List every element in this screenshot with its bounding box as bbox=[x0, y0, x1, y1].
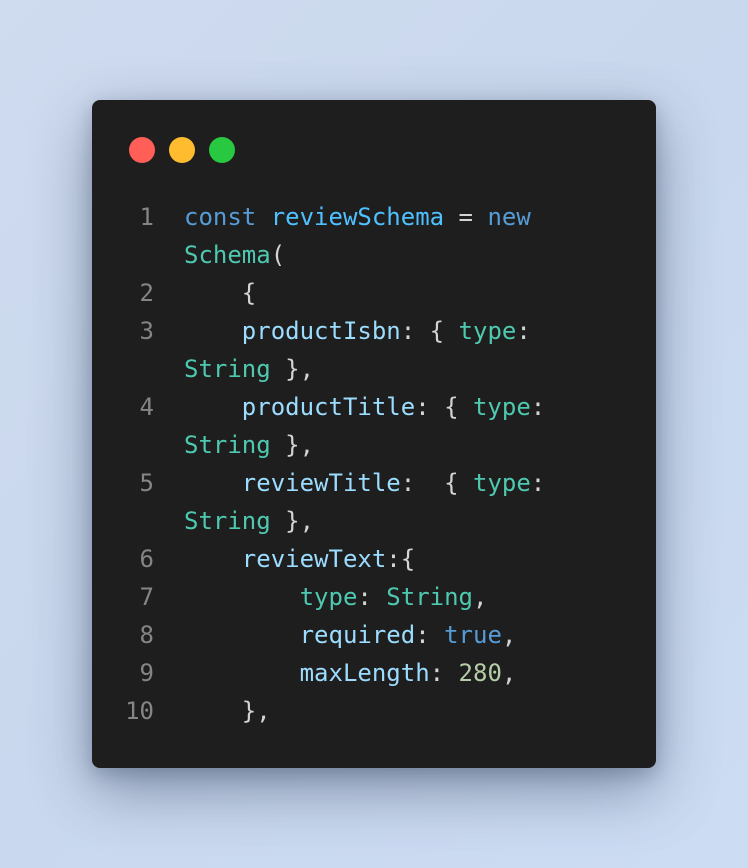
line-code: maxLength: 280, bbox=[184, 654, 517, 692]
line-code: String }, bbox=[184, 502, 314, 540]
code-token: String bbox=[184, 507, 271, 535]
code-token: : bbox=[530, 393, 546, 421]
code-token: type bbox=[472, 393, 531, 421]
code-token: reviewSchema bbox=[270, 203, 445, 231]
code-token: : bbox=[357, 583, 387, 611]
code-line: 10 }, bbox=[92, 692, 656, 730]
code-token: }, bbox=[270, 355, 315, 383]
code-token: String bbox=[184, 431, 271, 459]
line-number: 2 bbox=[139, 279, 154, 307]
line-number: 8 bbox=[139, 621, 154, 649]
line-number: 6 bbox=[139, 545, 154, 573]
line-number: 5 bbox=[139, 469, 154, 497]
code-line: 5 reviewTitle: { type: bbox=[92, 464, 656, 502]
line-code: reviewText:{ bbox=[184, 540, 415, 578]
code-token: : { bbox=[400, 469, 473, 497]
line-number: 1 bbox=[139, 203, 154, 231]
code-token: type bbox=[458, 317, 517, 345]
maximize-dot-icon[interactable] bbox=[209, 137, 235, 163]
line-code: { bbox=[184, 274, 256, 312]
line-code: }, bbox=[184, 692, 271, 730]
code-token: reviewTitle bbox=[241, 469, 401, 497]
code-token: String bbox=[386, 583, 473, 611]
code-line: String }, bbox=[92, 350, 656, 388]
line-number: 3 bbox=[139, 317, 154, 345]
code-token: , bbox=[473, 583, 488, 611]
code-token: type bbox=[299, 583, 358, 611]
code-token: : bbox=[516, 317, 531, 345]
line-code: reviewTitle: { type: bbox=[184, 464, 545, 502]
code-token: true bbox=[444, 621, 502, 649]
line-code: String }, bbox=[184, 350, 314, 388]
code-line: 6 reviewText:{ bbox=[92, 540, 656, 578]
code-line: 1 const reviewSchema = new bbox=[92, 198, 656, 236]
line-number: 7 bbox=[139, 583, 154, 611]
code-line: 7 type: String, bbox=[92, 578, 656, 616]
code-token: String bbox=[184, 355, 271, 383]
code-token: productTitle bbox=[241, 393, 416, 421]
code-token: { bbox=[184, 279, 257, 307]
code-line: String }, bbox=[92, 502, 656, 540]
code-line: 4 productTitle: { type: bbox=[92, 388, 656, 426]
code-token: reviewText bbox=[241, 545, 387, 573]
code-token: type bbox=[473, 469, 531, 497]
code-token: : { bbox=[400, 317, 459, 345]
code-line: 3 productIsbn: { type: bbox=[92, 312, 656, 350]
code-window: 1 const reviewSchema = new Schema(2 {3 pro… bbox=[92, 100, 656, 768]
code-token: , bbox=[501, 659, 517, 687]
line-code: Schema( bbox=[184, 236, 285, 274]
code-block: 1 const reviewSchema = new Schema(2 {3 pro… bbox=[92, 198, 656, 730]
code-token: : bbox=[415, 621, 445, 649]
window-controls bbox=[129, 137, 235, 163]
line-number: 10 bbox=[125, 697, 154, 725]
code-token: , bbox=[501, 621, 517, 649]
minimize-dot-icon[interactable] bbox=[169, 137, 195, 163]
code-line: 9 maxLength: 280, bbox=[92, 654, 656, 692]
close-dot-icon[interactable] bbox=[129, 137, 155, 163]
code-token: 280 bbox=[458, 659, 502, 687]
line-number: 4 bbox=[139, 393, 154, 421]
code-token: Schema bbox=[184, 241, 271, 269]
code-token: = bbox=[444, 203, 488, 231]
line-code: productTitle: { type: bbox=[184, 388, 545, 426]
code-line: Schema( bbox=[92, 236, 656, 274]
code-line: 2 { bbox=[92, 274, 656, 312]
code-token: const bbox=[184, 203, 257, 231]
line-code: required: true, bbox=[184, 616, 517, 654]
code-token: maxLength bbox=[299, 659, 430, 687]
line-code: productIsbn: { type: bbox=[184, 312, 531, 350]
code-token: ( bbox=[270, 241, 286, 269]
code-token: new bbox=[487, 203, 531, 231]
code-line: 8 required: true, bbox=[92, 616, 656, 654]
code-token: : bbox=[530, 469, 546, 497]
code-token: }, bbox=[184, 697, 271, 725]
code-token: : { bbox=[415, 393, 473, 421]
code-token: :{ bbox=[386, 545, 416, 573]
line-code: const reviewSchema = new bbox=[184, 198, 531, 236]
code-token: productIsbn bbox=[241, 317, 401, 345]
code-token: }, bbox=[270, 431, 315, 459]
line-number: 9 bbox=[139, 659, 154, 687]
code-token: : bbox=[429, 659, 459, 687]
code-token: }, bbox=[270, 507, 315, 535]
code-line: String }, bbox=[92, 426, 656, 464]
line-code: String }, bbox=[184, 426, 314, 464]
code-token: required bbox=[299, 621, 416, 649]
line-code: type: String, bbox=[184, 578, 488, 616]
